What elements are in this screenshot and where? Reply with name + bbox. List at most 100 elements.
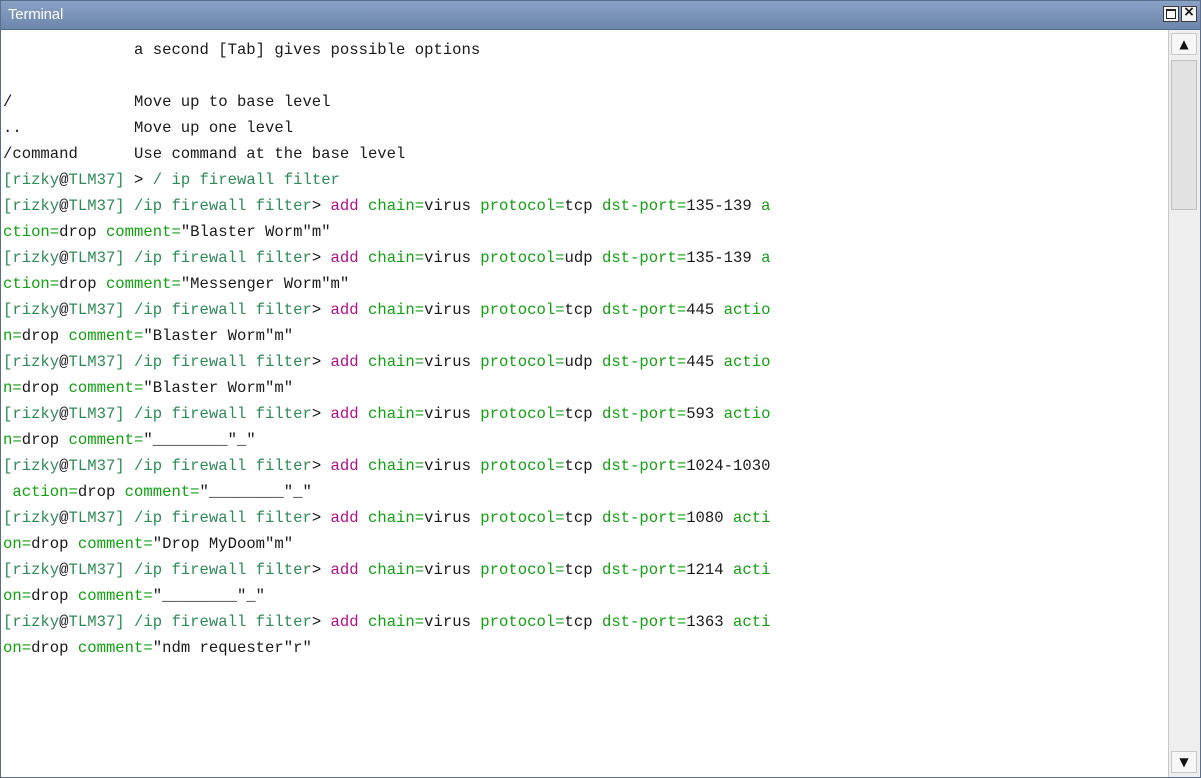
terminal-text-segment: virus bbox=[424, 249, 481, 267]
terminal-text-segment: n= bbox=[3, 379, 22, 397]
terminal-text-segment: > bbox=[311, 197, 331, 215]
terminal-text-segment: virus bbox=[424, 613, 481, 631]
terminal-text-segment: chain= bbox=[367, 353, 425, 371]
terminal-text-segment: protocol= bbox=[480, 613, 565, 631]
terminal-line: [rizky@TLM37] /ip firewall filter> add c… bbox=[3, 609, 770, 635]
terminal-text-segment: 135-139 bbox=[686, 249, 762, 267]
terminal-text-segment: drop bbox=[77, 483, 125, 501]
terminal-text-segment: TLM37] /ip firewall filter bbox=[68, 561, 312, 579]
terminal-line: a second [Tab] gives possible options bbox=[3, 37, 770, 63]
scroll-up-button[interactable]: ▲ bbox=[1171, 33, 1197, 55]
terminal-line: [rizky@TLM37] /ip firewall filter> add c… bbox=[3, 505, 770, 531]
terminal-text-segment: 593 bbox=[686, 405, 724, 423]
terminal-text-segment: "Blaster Worm"m" bbox=[143, 379, 294, 397]
arrow-down-icon: ▼ bbox=[1179, 755, 1189, 769]
terminal-text-segment: drop bbox=[21, 431, 69, 449]
terminal-text-segment: "Messenger Worm"m" bbox=[180, 275, 350, 293]
terminal-text-segment: chain= bbox=[367, 197, 425, 215]
terminal-line: [rizky@TLM37] /ip firewall filter> add c… bbox=[3, 349, 770, 375]
scrollbar-thumb[interactable] bbox=[1171, 60, 1197, 210]
terminal-text-segment: > bbox=[311, 457, 331, 475]
terminal-text-segment: TLM37] /ip firewall filter bbox=[68, 353, 312, 371]
terminal-line: [rizky@TLM37] > / ip firewall filter bbox=[3, 167, 770, 193]
terminal-text-segment: [rizky bbox=[3, 613, 60, 631]
terminal-text-segment: dst-port= bbox=[601, 509, 687, 527]
terminal-text-segment: comment= bbox=[68, 379, 144, 397]
vertical-scrollbar[interactable]: ▲ ▼ bbox=[1168, 30, 1200, 777]
terminal-text-segment: protocol= bbox=[480, 405, 565, 423]
terminal-window: Terminal × a second [Tab] gives possible… bbox=[0, 0, 1201, 778]
terminal-text-segment: protocol= bbox=[480, 561, 565, 579]
terminal-text-segment: [rizky bbox=[3, 301, 60, 319]
terminal-text-segment: [rizky bbox=[3, 249, 60, 267]
terminal-text-segment: @ bbox=[59, 249, 69, 267]
terminal-text-segment: actio bbox=[723, 353, 771, 371]
terminal-text-segment: @ bbox=[59, 561, 69, 579]
terminal-line: on=drop comment="Drop MyDoom"m" bbox=[3, 531, 770, 557]
terminal-text-segment: protocol= bbox=[480, 249, 565, 267]
terminal-line: [rizky@TLM37] /ip firewall filter> add c… bbox=[3, 401, 770, 427]
terminal-text-segment: "Drop MyDoom"m" bbox=[152, 535, 294, 553]
terminal-line: /command Use command at the base level bbox=[3, 141, 770, 167]
terminal-text-segment: "Blaster Worm"m" bbox=[180, 223, 331, 241]
terminal-text-segment: a bbox=[761, 249, 771, 267]
terminal-text-segment: 445 bbox=[686, 301, 724, 319]
terminal-text-segment: chain= bbox=[367, 249, 425, 267]
terminal-text-segment: TLM37] /ip firewall filter bbox=[68, 197, 312, 215]
terminal-text-segment: 445 bbox=[686, 353, 724, 371]
terminal-text-segment: chain= bbox=[367, 457, 425, 475]
terminal-text-segment: comment= bbox=[105, 223, 181, 241]
terminal-text-segment: tcp bbox=[564, 613, 602, 631]
terminal-line: on=drop comment="ndm requester"r" bbox=[3, 635, 770, 661]
terminal-text-segment: ction= bbox=[3, 275, 60, 293]
terminal-text-segment: tcp bbox=[564, 561, 602, 579]
terminal-text-segment: on= bbox=[3, 639, 32, 657]
terminal-text-segment: @ bbox=[59, 457, 69, 475]
terminal-text-segment: TLM37] /ip firewall filter bbox=[68, 301, 312, 319]
terminal-output[interactable]: a second [Tab] gives possible options / M… bbox=[1, 30, 1166, 777]
terminal-text-segment: TLM37] /ip firewall filter bbox=[68, 457, 312, 475]
terminal-text-segment: protocol= bbox=[480, 197, 565, 215]
terminal-text-segment: drop bbox=[21, 379, 69, 397]
terminal-text-segment: add bbox=[330, 405, 368, 423]
maximize-button[interactable] bbox=[1163, 6, 1179, 22]
terminal-text-segment: [rizky bbox=[3, 405, 60, 423]
terminal-text-segment: drop bbox=[31, 535, 78, 553]
terminal-text-segment: tcp bbox=[564, 405, 602, 423]
terminal-text-segment: add bbox=[330, 561, 368, 579]
terminal-text-segment: n= bbox=[3, 327, 22, 345]
terminal-text-segment: virus bbox=[424, 197, 481, 215]
terminal-text-segment: ction= bbox=[3, 223, 60, 241]
terminal-text-segment: chain= bbox=[367, 613, 425, 631]
terminal-line: ction=drop comment="Blaster Worm"m" bbox=[3, 219, 770, 245]
terminal-text-segment: protocol= bbox=[480, 509, 565, 527]
terminal-text-segment: [rizky bbox=[3, 197, 60, 215]
terminal-text-segment: add bbox=[330, 457, 368, 475]
terminal-text-segment: @ bbox=[59, 405, 69, 423]
terminal-line: on=drop comment="________"_" bbox=[3, 583, 770, 609]
terminal-text-segment: protocol= bbox=[480, 353, 565, 371]
terminal-line: [rizky@TLM37] /ip firewall filter> add c… bbox=[3, 245, 770, 271]
terminal-text-segment: a second [Tab] gives possible options bbox=[3, 41, 481, 59]
title-bar[interactable]: Terminal × bbox=[1, 1, 1200, 30]
terminal-text-segment: acti bbox=[733, 613, 771, 631]
terminal-text-segment: comment= bbox=[77, 535, 153, 553]
terminal-text-segment: dst-port= bbox=[601, 613, 687, 631]
arrow-up-icon: ▲ bbox=[1179, 37, 1189, 51]
terminal-text-segment: 1214 bbox=[686, 561, 733, 579]
terminal-text-segment: > bbox=[311, 249, 331, 267]
terminal-text-segment: virus bbox=[424, 509, 481, 527]
terminal-text-segment: virus bbox=[424, 457, 481, 475]
terminal-line: action=drop comment="________"_" bbox=[3, 479, 770, 505]
close-button[interactable]: × bbox=[1181, 4, 1197, 22]
terminal-text-segment: .. Move up one level bbox=[3, 119, 294, 137]
scroll-down-button[interactable]: ▼ bbox=[1171, 751, 1197, 773]
terminal-text-segment: chain= bbox=[367, 301, 425, 319]
terminal-text-segment: tcp bbox=[564, 301, 602, 319]
terminal-text-segment: TLM37] /ip firewall filter bbox=[68, 405, 312, 423]
terminal-text-segment: @ bbox=[59, 301, 69, 319]
terminal-text-segment: chain= bbox=[367, 509, 425, 527]
terminal-text-segment: add bbox=[330, 249, 368, 267]
terminal-text-segment: n= bbox=[3, 431, 22, 449]
terminal-text-segment: comment= bbox=[105, 275, 181, 293]
